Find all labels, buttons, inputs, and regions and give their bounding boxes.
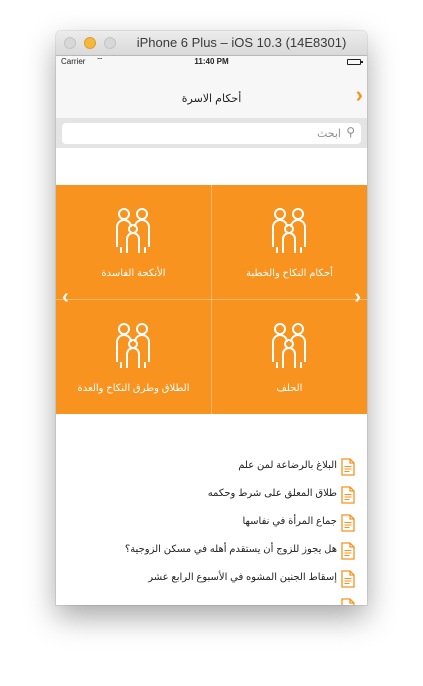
category-tile[interactable]: الأنكحة الفاسدة xyxy=(56,185,211,299)
document-icon xyxy=(341,570,355,588)
next-page-chevron-icon[interactable]: › xyxy=(354,287,361,307)
search-input[interactable]: ⚲ ابحث xyxy=(62,123,361,144)
category-grid: أحكام النكاح والخطبة الأنكحة الفاسدة الح… xyxy=(56,185,367,414)
minimize-window-button[interactable] xyxy=(84,37,96,49)
family-icon xyxy=(272,208,306,253)
category-tile[interactable]: الطلاق وطرق النكاح والعدة xyxy=(56,300,211,414)
article-list: البلاغ بالرضاعة لمن علم طلاق المعلق على … xyxy=(56,454,367,605)
category-label: الحلف xyxy=(276,383,303,394)
search-placeholder: ابحث xyxy=(316,128,341,140)
navigation-bar: أحكام الاسرة › xyxy=(56,68,367,118)
spacer xyxy=(56,414,367,454)
previous-page-chevron-icon[interactable]: ‹ xyxy=(62,287,69,307)
list-item[interactable]: هل يجوز للزوج أن يستقدم أهله في مسكن الز… xyxy=(56,538,367,566)
document-icon xyxy=(341,514,355,532)
category-tile[interactable]: الحلف xyxy=(212,300,367,414)
page-title: أحكام الاسرة xyxy=(181,93,242,105)
status-time: 11:40 PM xyxy=(194,57,229,66)
list-item[interactable]: جماع المرأة في نفاسها xyxy=(56,510,367,538)
article-title: جماع المرأة في نفاسها xyxy=(242,516,338,527)
search-bar: ⚲ ابحث xyxy=(56,118,367,148)
list-item[interactable] xyxy=(56,594,367,605)
battery-icon xyxy=(347,59,363,65)
list-item[interactable]: إسقاط الجنين المشوه في الأسبوع الرابع عش… xyxy=(56,566,367,594)
close-window-button[interactable] xyxy=(64,37,76,49)
list-item[interactable]: طلاق المعلق على شرط وحكمه xyxy=(56,482,367,510)
simulator-window: iPhone 6 Plus – iOS 10.3 (14E8301) Carri… xyxy=(56,31,367,605)
search-icon: ⚲ xyxy=(346,125,355,139)
document-icon xyxy=(341,458,355,476)
article-title: هل يجوز للزوج أن يستقدم أهله في مسكن الز… xyxy=(124,544,337,555)
document-icon xyxy=(341,486,355,504)
document-icon xyxy=(341,542,355,560)
category-label: الطلاق وطرق النكاح والعدة xyxy=(77,383,190,394)
article-title: البلاغ بالرضاعة لمن علم xyxy=(238,460,337,471)
family-icon xyxy=(272,323,306,368)
spacer xyxy=(56,148,367,185)
article-title: طلاق المعلق على شرط وحكمه xyxy=(207,488,337,499)
category-label: الأنكحة الفاسدة xyxy=(101,268,166,279)
window-titlebar: iPhone 6 Plus – iOS 10.3 (14E8301) xyxy=(56,31,367,56)
status-bar: Carrier ⌔ 11:40 PM xyxy=(56,56,367,68)
back-chevron-icon[interactable]: › xyxy=(356,84,363,106)
family-icon xyxy=(116,208,150,253)
family-icon xyxy=(116,323,150,368)
zoom-window-button[interactable] xyxy=(104,37,116,49)
window-title: iPhone 6 Plus – iOS 10.3 (14E8301) xyxy=(136,35,347,50)
category-label: أحكام النكاح والخطبة xyxy=(246,268,333,279)
category-tile[interactable]: أحكام النكاح والخطبة xyxy=(212,185,367,299)
document-icon xyxy=(341,598,355,605)
article-title: إسقاط الجنين المشوه في الأسبوع الرابع عش… xyxy=(148,572,337,583)
list-item[interactable]: البلاغ بالرضاعة لمن علم xyxy=(56,454,367,482)
